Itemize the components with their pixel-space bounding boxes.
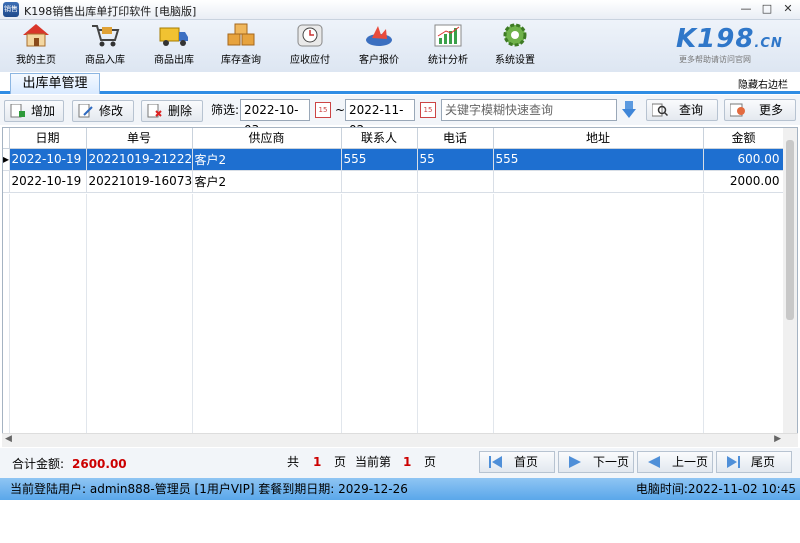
toolbar-stock-in[interactable]: 商品入库: [73, 22, 137, 70]
more-button[interactable]: 更多: [724, 99, 796, 121]
total-pages-prefix: 共: [287, 455, 300, 469]
cart-icon: [89, 22, 121, 48]
total-amount-label: 合计金额:: [12, 457, 65, 471]
toolbar-label: 系统设置: [495, 55, 535, 66]
toolbar-label: 库存查询: [221, 55, 261, 66]
total-amount-value: 2600.00: [72, 457, 127, 471]
bottom-area: [0, 500, 800, 543]
window-title: K198销售出库单打印软件 [电脑版]: [24, 5, 197, 18]
toolbar-label: 我的主页: [16, 55, 56, 66]
next-page-button[interactable]: 下一页: [558, 451, 634, 473]
search-input[interactable]: 关键字模糊快速查询: [441, 99, 617, 121]
toolbar-label: 统计分析: [428, 55, 468, 66]
add-button[interactable]: 增加: [4, 100, 64, 122]
home-icon: [20, 22, 52, 48]
toolbar-stock-out[interactable]: 商品出库: [142, 22, 206, 70]
calendar-icon[interactable]: 15: [420, 102, 436, 118]
filter-bar: 增加 修改 删除 筛选: 2022-10-03 15 ~ 2022-11-02 …: [0, 95, 800, 137]
computer-time: 电脑时间:2022-11-02 10:45: [635, 482, 796, 496]
prev-page-icon: [646, 455, 662, 469]
toolbar-quote[interactable]: 客户报价: [347, 22, 411, 70]
current-page-prefix: 当前第: [355, 455, 392, 469]
minimize-button[interactable]: —: [737, 1, 755, 17]
toolbar-receivables[interactable]: 应收应付: [278, 22, 342, 70]
chart-icon: [432, 22, 464, 48]
dropdown-arrow-icon[interactable]: [621, 100, 637, 120]
edit-button[interactable]: 修改: [72, 100, 134, 122]
edit-icon: [78, 103, 94, 118]
horizontal-scrollbar[interactable]: ◀ ▶: [2, 433, 798, 447]
calendar-icon[interactable]: 15: [315, 102, 331, 118]
truck-icon: [158, 22, 190, 48]
scroll-left-arrow-icon[interactable]: ◀: [5, 434, 12, 444]
next-page-icon: [567, 455, 583, 469]
first-page-button[interactable]: 首页: [479, 451, 555, 473]
toolbar-home[interactable]: 我的主页: [4, 22, 68, 70]
toolbar-label: 应收应付: [290, 55, 330, 66]
total-pages-unit: 页: [334, 455, 347, 469]
gear-icon: [499, 22, 531, 48]
add-doc-icon: [10, 103, 26, 118]
scroll-thumb[interactable]: [786, 140, 794, 320]
vertical-scrollbar[interactable]: [783, 128, 797, 433]
toolbar-label: 商品出库: [154, 55, 194, 66]
delete-icon: [147, 103, 163, 118]
toolbar-inventory[interactable]: 库存查询: [209, 22, 273, 70]
date-from-field[interactable]: 2022-10-03: [240, 99, 310, 137]
search-icon: [651, 103, 669, 117]
toolbar-statistics[interactable]: 统计分析: [416, 22, 480, 70]
brand-tagline: 更多帮助请访问官网: [679, 55, 751, 64]
first-page-icon: [488, 455, 504, 469]
app-icon: 销售: [3, 2, 19, 17]
filter-label: 筛选:: [211, 103, 240, 117]
tab-outbound-management[interactable]: 出库单管理: [10, 73, 100, 94]
data-grid: 日期 单号 供应商 联系人 电话 地址 金额 ▸ 2022-10-19 2022…: [2, 127, 798, 447]
hide-sidebar-link[interactable]: 隐藏右边栏: [738, 76, 788, 91]
scroll-right-arrow-icon[interactable]: ▶: [774, 434, 781, 444]
delete-button[interactable]: 删除: [141, 100, 203, 122]
total-pages-value: 1: [313, 455, 322, 469]
status-bar: 当前登陆用户: admin888-管理员 [1用户VIP] 套餐到期日期: 20…: [0, 478, 800, 500]
boxes-icon: [225, 22, 257, 48]
last-page-button[interactable]: 尾页: [716, 451, 792, 473]
prev-page-button[interactable]: 上一页: [637, 451, 713, 473]
toolbar-label: 商品入库: [85, 55, 125, 66]
date-to-field[interactable]: 2022-11-02: [345, 99, 415, 137]
query-button[interactable]: 查询: [646, 99, 718, 121]
summary-bar: 合计金额: 2600.00 共 1 页 当前第 1 页 首页 下一页 上一页 尾…: [0, 448, 800, 478]
last-page-icon: [725, 455, 741, 469]
current-page-value: 1: [403, 455, 412, 469]
tab-strip: 出库单管理 隐藏右边栏: [0, 72, 800, 94]
toolbar-settings[interactable]: 系统设置: [483, 22, 547, 70]
clock-money-icon: [294, 22, 326, 48]
current-page-unit: 页: [424, 455, 437, 469]
date-separator: ~: [335, 103, 346, 117]
more-icon: [729, 103, 746, 117]
brand-logo: K198.CN: [676, 24, 783, 54]
maximize-button[interactable]: □: [758, 1, 776, 17]
quote-icon: [363, 22, 395, 48]
close-button[interactable]: ✕: [779, 1, 797, 17]
grid-lines: [9, 194, 704, 433]
title-bar: 销售 K198销售出库单打印软件 [电脑版] — □ ✕: [0, 0, 800, 20]
toolbar-label: 客户报价: [359, 55, 399, 66]
current-user-info: 当前登陆用户: admin888-管理员 [1用户VIP] 套餐到期日期: 20…: [10, 482, 408, 496]
